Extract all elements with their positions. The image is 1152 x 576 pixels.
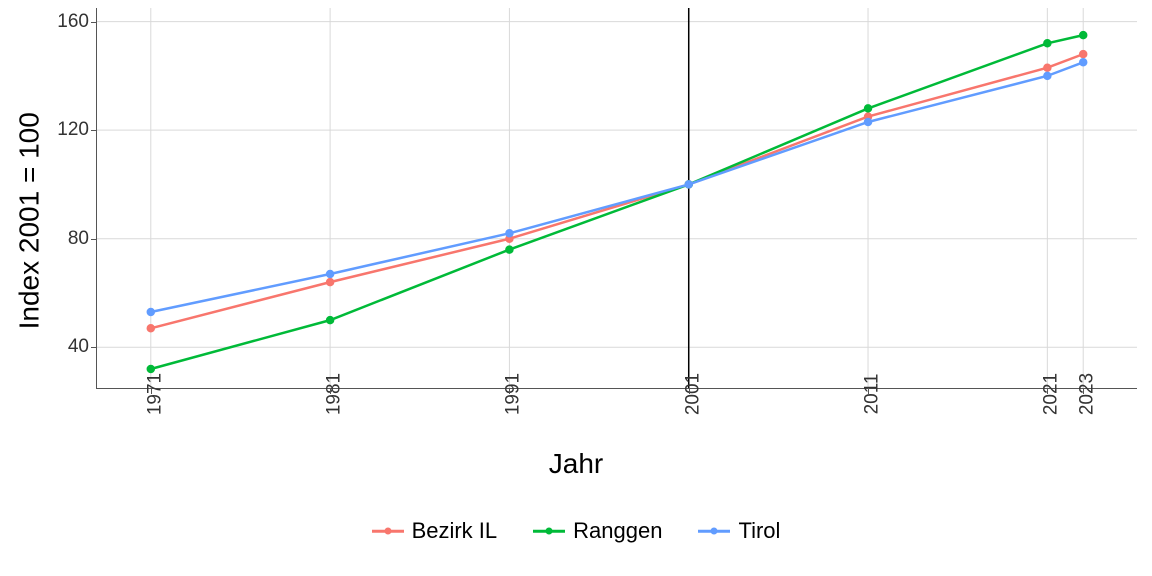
- series-ranggen: [147, 32, 1086, 373]
- legend-item-ranggen: Ranggen: [533, 518, 662, 544]
- x-tick-label: 1991: [503, 373, 525, 415]
- series-bezirk-il: [147, 51, 1086, 332]
- legend-item-tirol: Tirol: [698, 518, 780, 544]
- x-tick-label: 2001: [682, 373, 704, 415]
- legend-swatch-icon: [533, 522, 565, 540]
- legend: Bezirk IL Ranggen Tirol: [0, 518, 1152, 544]
- plot-area: 40801201601971198119912001201120212023: [96, 8, 1137, 389]
- x-tick-label: 2021: [1041, 373, 1063, 415]
- x-tick-label: 2023: [1077, 373, 1099, 415]
- y-axis-label: Index 2001 = 100: [14, 112, 46, 329]
- x-tick-label: 1971: [144, 373, 166, 415]
- legend-label: Ranggen: [573, 518, 662, 544]
- series-tirol: [147, 59, 1086, 316]
- legend-item-bezirk-il: Bezirk IL: [372, 518, 498, 544]
- legend-label: Bezirk IL: [412, 518, 498, 544]
- y-tick-label: 40: [39, 336, 89, 358]
- y-tick-label: 160: [39, 11, 89, 33]
- y-tick-label: 120: [39, 119, 89, 141]
- legend-swatch-icon: [372, 522, 404, 540]
- x-tick-label: 1981: [323, 373, 345, 415]
- legend-swatch-icon: [698, 522, 730, 540]
- line-chart: Index 2001 = 100 Jahr 408012016019711981…: [0, 0, 1152, 576]
- x-axis-label: Jahr: [0, 448, 1152, 480]
- x-tick-label: 2011: [861, 374, 883, 415]
- legend-label: Tirol: [738, 518, 780, 544]
- y-tick-label: 80: [39, 228, 89, 250]
- plot-svg: [97, 8, 1137, 388]
